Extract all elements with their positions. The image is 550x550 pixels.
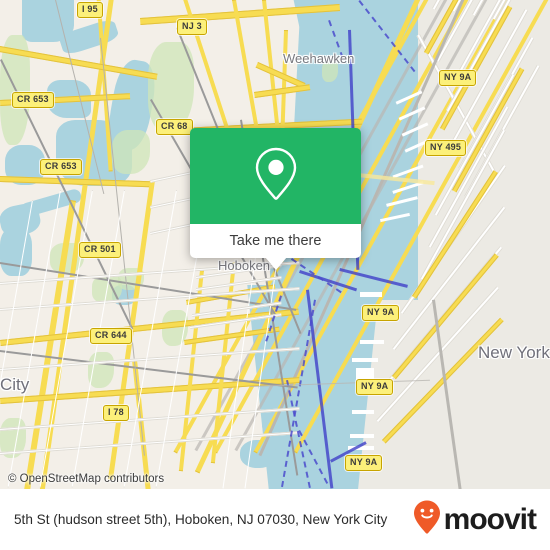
map-pin-icon — [252, 145, 300, 208]
road-shield-ny9a-c: NY 9A — [356, 379, 394, 395]
moovit-wordmark: moovit — [443, 502, 537, 536]
popup-pin-panel — [190, 128, 361, 224]
address-text: 5th St (hudson street 5th), Hoboken, NJ … — [14, 512, 388, 527]
road-shield-cr501: CR 501 — [79, 242, 121, 258]
road-shield-ny9a-d: NY 9A — [345, 455, 383, 471]
pier-9 — [360, 340, 384, 344]
road-shield-ny9a-a: NY 9A — [439, 70, 477, 86]
take-me-there-button[interactable]: Take me there — [190, 224, 361, 258]
road-shield-nj3: NJ 3 — [177, 19, 207, 35]
place-label-city: City — [0, 375, 30, 394]
pier-10 — [352, 358, 378, 362]
location-popup-card[interactable]: Take me there — [190, 128, 361, 270]
osm-attribution: © OpenStreetMap contributors — [8, 473, 165, 485]
popup-pointer-tail — [265, 257, 287, 270]
place-label-weehawken: Weehawken — [283, 51, 355, 66]
footer-bar: 5th St (hudson street 5th), Hoboken, NJ … — [0, 489, 550, 550]
pier-14 — [360, 292, 382, 297]
pier-12 — [350, 434, 374, 438]
green-area-3 — [112, 130, 150, 174]
screenshot-root: Weehawken Hoboken New York City I 95 NJ … — [0, 0, 550, 550]
road-shield-ny495: NY 495 — [425, 140, 467, 156]
place-label-new-york: New York — [478, 343, 550, 362]
road-shield-cr653-b: CR 653 — [40, 159, 82, 175]
road-shield-cr653-a: CR 653 — [12, 92, 54, 108]
place-label-hoboken: Hoboken — [218, 258, 271, 273]
pier-11 — [352, 410, 374, 414]
moovit-logo[interactable]: moovit — [412, 499, 537, 540]
moovit-pin-smile-icon — [412, 499, 442, 540]
road-shield-i78: I 78 — [103, 405, 129, 421]
water-meadowlands-i — [0, 228, 32, 276]
road-shield-ny9a-b: NY 9A — [362, 305, 400, 321]
road-shield-cr68: CR 68 — [156, 119, 193, 135]
road-shield-cr644: CR 644 — [90, 328, 132, 344]
road-shield-i95: I 95 — [77, 2, 103, 18]
